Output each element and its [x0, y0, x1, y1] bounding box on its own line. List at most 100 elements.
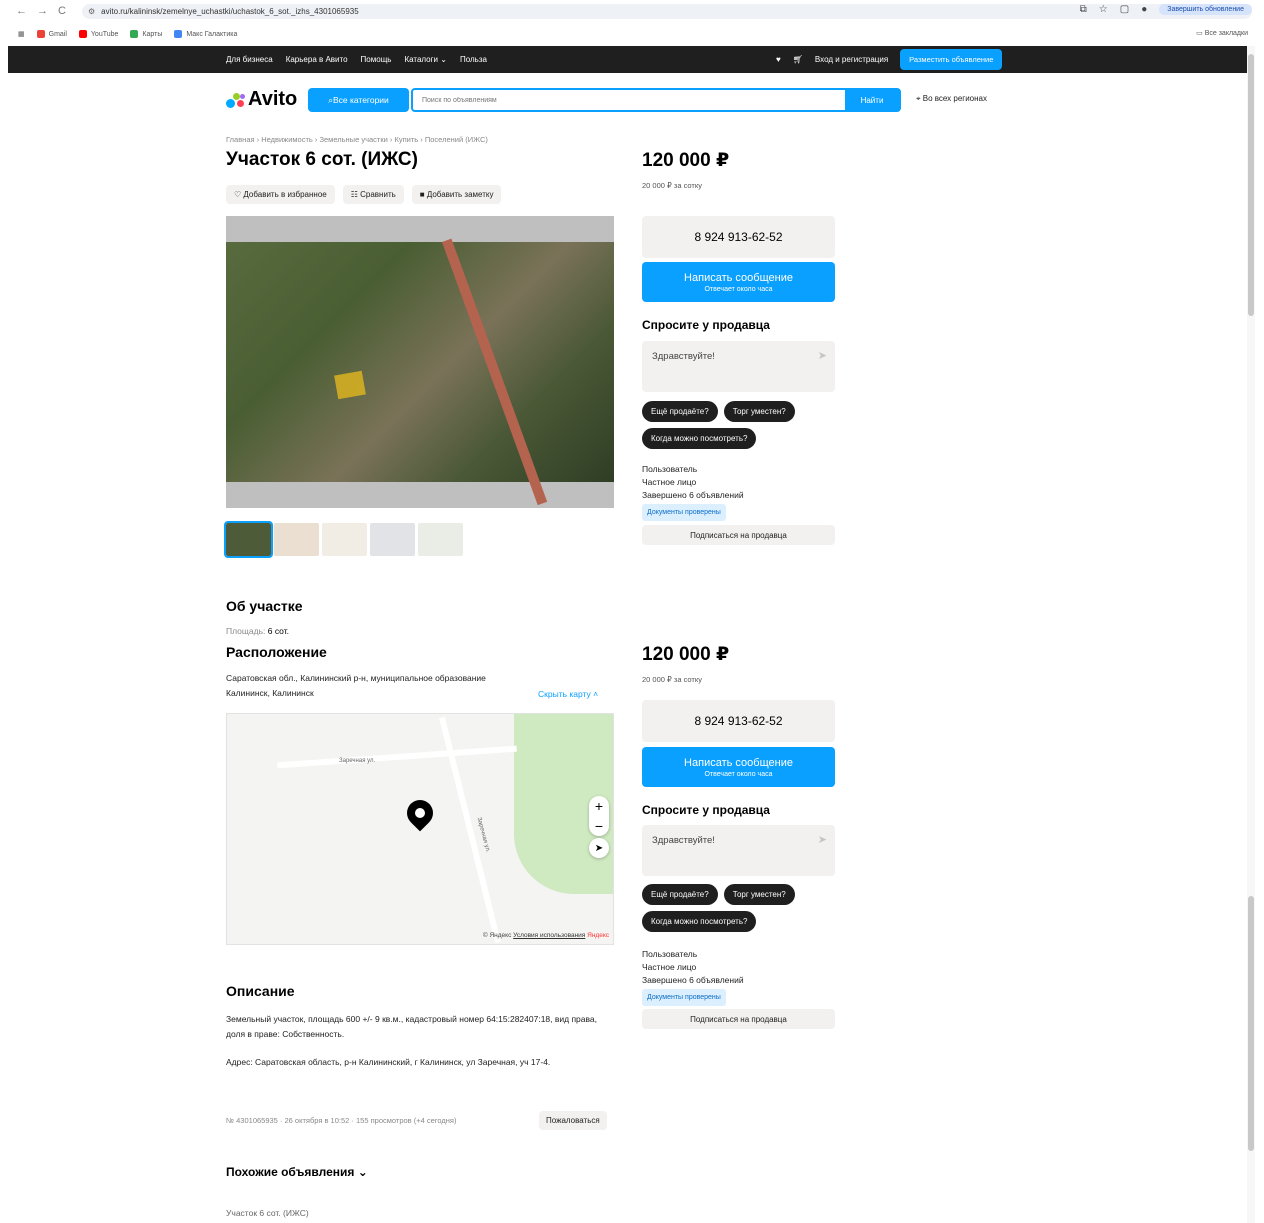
ask-seller-input[interactable]: Здравствуйте! ➤: [642, 341, 835, 392]
site-settings-icon[interactable]: ⚙: [88, 7, 95, 16]
quick-questions: Ещё продаёте? Торг уместен? Когда можно …: [642, 401, 835, 449]
hide-map-link[interactable]: Скрыть карту ˄: [538, 689, 598, 699]
gmail-icon: [36, 30, 45, 38]
add-favorite-button[interactable]: ♡ Добавить в избранное: [226, 185, 335, 204]
topbar-link-benefit[interactable]: Польза: [460, 55, 487, 64]
phone-button[interactable]: 8 924 913-62-52: [642, 700, 835, 742]
note-icon: ■: [419, 190, 427, 199]
thumbnail[interactable]: [418, 523, 463, 556]
chip-bargain[interactable]: Торг уместен?: [723, 401, 795, 422]
send-icon[interactable]: ➤: [818, 833, 827, 846]
chip-when-view[interactable]: Когда можно посмотреть?: [642, 911, 757, 932]
bookmark-gmail[interactable]: Gmail: [36, 30, 67, 38]
login-link[interactable]: Вход и регистрация: [815, 55, 888, 64]
ask-seller-heading: Спросите у продавца: [642, 318, 770, 332]
subscribe-button[interactable]: Подписаться на продавца: [642, 1009, 835, 1029]
thumbnail[interactable]: [224, 521, 273, 558]
maps-icon: [130, 30, 139, 38]
map-copyright: © Яндекс Условия использования Яндекс: [482, 932, 609, 939]
star-icon[interactable]: ☆: [1099, 4, 1108, 15]
chip-when-view[interactable]: Когда можно посмотреть?: [642, 428, 757, 449]
location-heading: Расположение: [226, 644, 327, 660]
seller-role[interactable]: Пользователь: [642, 463, 744, 476]
bookmark-maps[interactable]: Карты: [130, 30, 162, 38]
message-button[interactable]: Написать сообщение Отвечает около часа: [642, 747, 835, 787]
photo-thumbnails: [224, 521, 463, 558]
chevron-down-icon: ⌄: [357, 1165, 368, 1179]
all-categories-button[interactable]: ⌕ Все категории: [308, 88, 409, 112]
address-bar[interactable]: ⚙ avito.ru/kalininsk/zemelnye_uchastki/u…: [82, 4, 1252, 19]
topbar-link-business[interactable]: Для бизнеса: [226, 55, 273, 64]
phone-button[interactable]: 8 924 913-62-52: [642, 216, 835, 258]
update-button[interactable]: Завершить обновление: [1159, 4, 1252, 15]
search-input[interactable]: [413, 90, 845, 110]
ask-seller-input[interactable]: Здравствуйте! ➤: [642, 825, 835, 876]
logo-dots-icon: [226, 91, 246, 109]
main-photo[interactable]: [226, 216, 614, 508]
page-scrollbar[interactable]: [1247, 46, 1255, 1223]
forward-icon[interactable]: →: [37, 5, 48, 17]
topbar-link-catalogs[interactable]: Каталоги ⌄: [404, 55, 447, 64]
scrollbar-thumb[interactable]: [1248, 54, 1254, 316]
heart-icon[interactable]: ♥: [776, 55, 781, 64]
add-note-button[interactable]: ■ Добавить заметку: [411, 185, 502, 204]
address-text: Саратовская обл., Калининский р-н, муниц…: [226, 673, 486, 698]
post-ad-button[interactable]: Разместить объявление: [900, 49, 1003, 70]
all-bookmarks[interactable]: ▭ Все закладки: [1196, 29, 1248, 37]
scrollbar-thumb[interactable]: [1248, 896, 1254, 1151]
apps-icon[interactable]: ▦: [18, 30, 25, 38]
breadcrumb[interactable]: Главная › Недвижимость › Земельные участ…: [226, 135, 488, 144]
message-button[interactable]: Написать сообщение Отвечает около часа: [642, 262, 835, 302]
zoom-out-icon[interactable]: −: [595, 818, 603, 834]
profile-icon[interactable]: ●: [1141, 4, 1147, 15]
photo-plot-marker: [334, 370, 366, 400]
report-button[interactable]: Пожаловаться: [539, 1111, 607, 1130]
ask-seller-heading: Спросите у продавца: [642, 803, 770, 817]
thumbnail[interactable]: [370, 523, 415, 556]
seller-done: Завершено 6 объявлений: [642, 490, 744, 500]
compare-button[interactable]: ☷ Сравнить: [342, 185, 404, 204]
search-button[interactable]: Найти: [845, 90, 899, 110]
send-icon[interactable]: ➤: [818, 349, 827, 362]
browser-actions: ⧉ ☆ ▢ ● Завершить обновление: [1080, 4, 1252, 15]
topbar-link-career[interactable]: Карьера в Авито: [286, 55, 348, 64]
chevron-up-icon: ˄: [593, 689, 599, 699]
seller-role[interactable]: Пользователь: [642, 948, 744, 961]
back-icon[interactable]: ←: [16, 5, 27, 17]
topbar-links: Для бизнеса Карьера в Авито Помощь Катал…: [226, 46, 487, 73]
subscribe-button[interactable]: Подписаться на продавца: [642, 525, 835, 545]
about-heading: Об участке: [226, 598, 303, 614]
bookmark-youtube[interactable]: YouTube: [78, 30, 118, 38]
bookmark-galaxy[interactable]: Макс Галактика: [174, 30, 237, 38]
folder-icon: ▭: [1196, 30, 1205, 37]
thumbnail[interactable]: [274, 523, 319, 556]
thumbnail[interactable]: [322, 523, 367, 556]
similar-heading[interactable]: Похожие объявления ⌄: [226, 1165, 368, 1179]
page-title: Участок 6 сот. (ИЖС): [226, 149, 418, 170]
similar-item[interactable]: Участок 6 сот. (ИЖС): [226, 1208, 309, 1218]
map-terms-link[interactable]: Условия использования: [513, 932, 585, 939]
chip-bargain[interactable]: Торг уместен?: [723, 884, 795, 905]
translate-icon[interactable]: ⧉: [1080, 4, 1087, 15]
sidebar-top: 120 000 ₽ 20 000 ₽ за сотку 8 924 913-62…: [642, 149, 835, 549]
price-per-unit: 20 000 ₽ за сотку: [642, 181, 702, 190]
description-text: Земельный участок, площадь 600 +/- 9 кв.…: [226, 1014, 598, 1039]
yandex-logo: Яндекс: [587, 932, 609, 939]
chip-still-selling[interactable]: Ещё продаёте?: [642, 401, 718, 422]
avito-topbar: Для бизнеса Карьера в Авито Помощь Катал…: [8, 46, 1247, 73]
reload-icon[interactable]: C: [58, 5, 66, 17]
compare-icon: ☷: [350, 190, 361, 199]
map-pin-icon: [401, 794, 439, 832]
extensions-icon[interactable]: ▢: [1120, 4, 1129, 15]
seller-info: Пользователь Частное лицо Завершено 6 об…: [642, 948, 744, 1006]
avito-logo[interactable]: Avito: [226, 88, 297, 111]
listing-actions: ♡ Добавить в избранное ☷ Сравнить ■ Доба…: [226, 185, 502, 204]
seller-type: Частное лицо: [642, 962, 697, 972]
topbar-link-help[interactable]: Помощь: [361, 55, 392, 64]
cart-icon[interactable]: 🛒︎: [793, 55, 803, 64]
region-selector[interactable]: ⌖ Во всех регионах: [916, 94, 987, 104]
zoom-in-icon[interactable]: +: [595, 798, 603, 814]
geolocate-icon[interactable]: ➤: [589, 838, 609, 858]
chip-still-selling[interactable]: Ещё продаёте?: [642, 884, 718, 905]
location-map[interactable]: Заречная ул. Заречная ул. + − ➤ © Яндекс…: [226, 713, 614, 945]
